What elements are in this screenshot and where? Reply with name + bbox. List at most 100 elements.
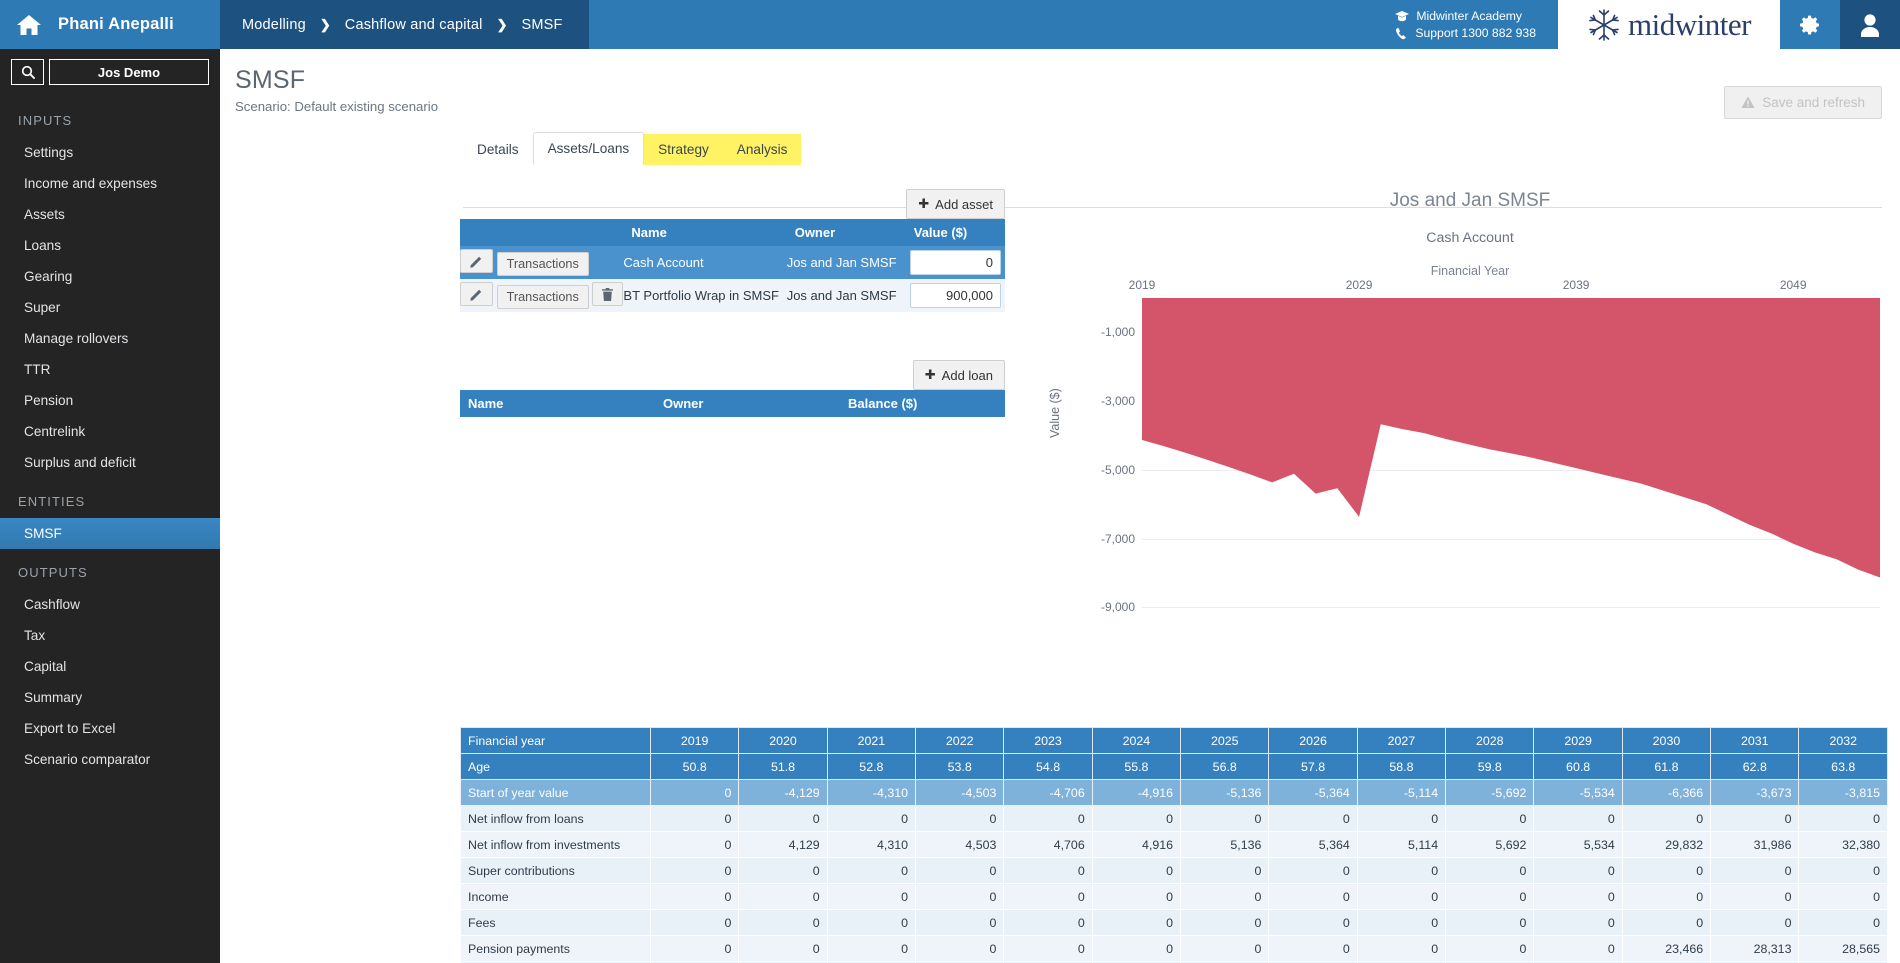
sidebar-item-surplus-and-deficit[interactable]: Surplus and deficit — [0, 447, 220, 478]
trash-icon — [602, 287, 614, 301]
tab-assets-loans[interactable]: Assets/Loans — [532, 132, 645, 165]
sidebar-item-loans[interactable]: Loans — [0, 230, 220, 261]
transactions-button[interactable]: Transactions — [496, 251, 589, 276]
search-button[interactable] — [11, 59, 44, 85]
asset-name: BT Portfolio Wrap in SMSF — [623, 288, 779, 303]
results-cell: 0 — [1003, 935, 1093, 962]
results-cell: 0 — [1533, 883, 1623, 910]
sidebar-item-income-and-expenses[interactable]: Income and expenses — [0, 168, 220, 199]
results-cell: 54.8 — [1003, 753, 1093, 780]
results-cell: 58.8 — [1356, 753, 1447, 780]
results-cell: 5,114 — [1356, 831, 1447, 858]
edit-asset-button[interactable] — [460, 249, 493, 274]
sidebar-item-centrelink[interactable]: Centrelink — [0, 416, 220, 447]
gear-icon — [1799, 14, 1821, 36]
breadcrumb-item-cashflow-and-capital[interactable]: Cashflow and capital — [345, 17, 483, 33]
results-cell: 0 — [1091, 883, 1182, 910]
results-cell: 52.8 — [826, 753, 917, 780]
sidebar-group-outputs: OUTPUTS Cashflow Tax Capital Summary Exp… — [0, 549, 220, 775]
results-row-label: Income — [460, 883, 651, 910]
results-table-head: Financial year 2019 2020 2021 2022 2023 2024 20… — [460, 727, 1888, 754]
loans-table: Name Owner Balance ($) — [460, 390, 1005, 417]
results-row-label: Fees — [460, 909, 651, 936]
delete-asset-button[interactable] — [592, 282, 624, 307]
user-menu-button[interactable] — [1840, 0, 1900, 49]
sidebar-item-assets[interactable]: Assets — [0, 199, 220, 230]
snowflake-icon — [1587, 8, 1621, 42]
chevron-right-icon: ❯ — [319, 16, 331, 32]
settings-button[interactable] — [1780, 0, 1840, 49]
tab-details[interactable]: Details — [463, 134, 533, 165]
loans-col-owner: Owner — [655, 390, 840, 417]
results-year-header: 2019 — [649, 727, 740, 754]
sidebar-item-export-to-excel[interactable]: Export to Excel — [0, 713, 220, 744]
sidebar-item-gearing[interactable]: Gearing — [0, 261, 220, 292]
chart-x-tick: 2029 — [1345, 278, 1373, 292]
results-cell: -5,534 — [1533, 779, 1623, 806]
table-row[interactable]: Transactions BT Portfolio Wrap in SMSF J… — [460, 279, 1005, 312]
pencil-icon — [470, 288, 483, 301]
loans-table-head: Name Owner Balance ($) — [460, 390, 1005, 417]
results-table: Financial year 2019 2020 2021 2022 2023 2024 20… — [460, 727, 1888, 963]
asset-owner: Jos and Jan SMSF — [786, 255, 897, 270]
table-row: Fees 0 0 0 0 0 0 0 0 0 0 0 0 0 0 — [460, 909, 1888, 936]
results-cell: 0 — [826, 935, 917, 962]
tab-assets-loans-label: Assets/Loans — [547, 141, 630, 156]
table-row[interactable]: Transactions Cash Account Jos and Jan SM… — [460, 246, 1005, 279]
sidebar-item-cashflow[interactable]: Cashflow — [0, 589, 220, 620]
sidebar-item-scenario-comparator[interactable]: Scenario comparator — [0, 744, 220, 775]
breadcrumb-item-modelling[interactable]: Modelling — [242, 17, 306, 33]
results-cell: 0 — [738, 909, 828, 936]
results-cell: 5,136 — [1180, 831, 1270, 858]
asset-value-input[interactable] — [909, 283, 1001, 308]
results-cell: -3,815 — [1798, 779, 1888, 806]
results-cell: 0 — [1003, 883, 1093, 910]
edit-asset-button[interactable] — [460, 282, 493, 307]
results-cell: 0 — [1268, 909, 1358, 936]
results-year-header: 2029 — [1533, 727, 1623, 754]
sidebar-item-manage-rollovers[interactable]: Manage rollovers — [0, 323, 220, 354]
results-cell: 4,706 — [1003, 831, 1093, 858]
results-cell: 63.8 — [1798, 753, 1888, 780]
contact-info: Midwinter Academy Support 1300 882 938 — [1395, 9, 1536, 40]
academy-link[interactable]: Midwinter Academy — [1395, 9, 1522, 23]
breadcrumb-item-smsf[interactable]: SMSF — [522, 17, 563, 33]
client-selector[interactable]: Jos Demo — [49, 59, 209, 85]
sidebar-item-settings[interactable]: Settings — [0, 137, 220, 168]
save-and-refresh-button[interactable]: Save and refresh — [1724, 86, 1882, 119]
support-line[interactable]: Support 1300 882 938 — [1395, 26, 1536, 40]
transactions-button[interactable]: Transactions — [496, 284, 589, 309]
sidebar-item-ttr[interactable]: TTR — [0, 354, 220, 385]
chart-subtitle: Cash Account — [1426, 230, 1514, 246]
tab-analysis[interactable]: Analysis — [722, 134, 802, 165]
home-icon[interactable] — [16, 14, 42, 36]
chart-series-area[interactable]: -1,000 -3,000 -5,000 -7,000 -9,000 — [1101, 298, 1880, 628]
assets-col-actions — [460, 219, 624, 246]
add-asset-button[interactable]: ✚ Add asset — [906, 189, 1005, 219]
add-loan-button[interactable]: ✚ Add loan — [912, 360, 1005, 390]
sidebar-search-row: Jos Demo — [0, 49, 220, 97]
sidebar-item-capital[interactable]: Capital — [0, 651, 220, 682]
results-cell: 28,565 — [1798, 935, 1888, 962]
sidebar-item-pension[interactable]: Pension — [0, 385, 220, 416]
sidebar-item-smsf[interactable]: SMSF — [0, 518, 220, 549]
chart-x-tick: 2049 — [1779, 278, 1807, 292]
results-cell: 31,986 — [1710, 831, 1800, 858]
results-cell: 0 — [1268, 857, 1358, 884]
results-cell: 0 — [649, 831, 740, 858]
tab-strategy[interactable]: Strategy — [644, 134, 723, 165]
midwinter-logo[interactable]: midwinter — [1558, 0, 1780, 49]
results-cell: 0 — [826, 805, 917, 832]
results-cell: 0 — [915, 935, 1005, 962]
results-cell: -5,136 — [1180, 779, 1270, 806]
add-asset-label: Add asset — [935, 196, 993, 212]
sidebar-item-tax[interactable]: Tax — [0, 620, 220, 651]
plus-icon: ✚ — [924, 367, 936, 382]
asset-value-input[interactable] — [909, 250, 1001, 275]
results-cell: 0 — [1445, 857, 1535, 884]
sidebar-item-summary[interactable]: Summary — [0, 682, 220, 713]
results-cell: 0 — [1003, 909, 1093, 936]
sidebar-item-super[interactable]: Super — [0, 292, 220, 323]
save-and-refresh-label: Save and refresh — [1762, 95, 1865, 110]
chart-y-tick: -1,000 — [1100, 325, 1135, 340]
